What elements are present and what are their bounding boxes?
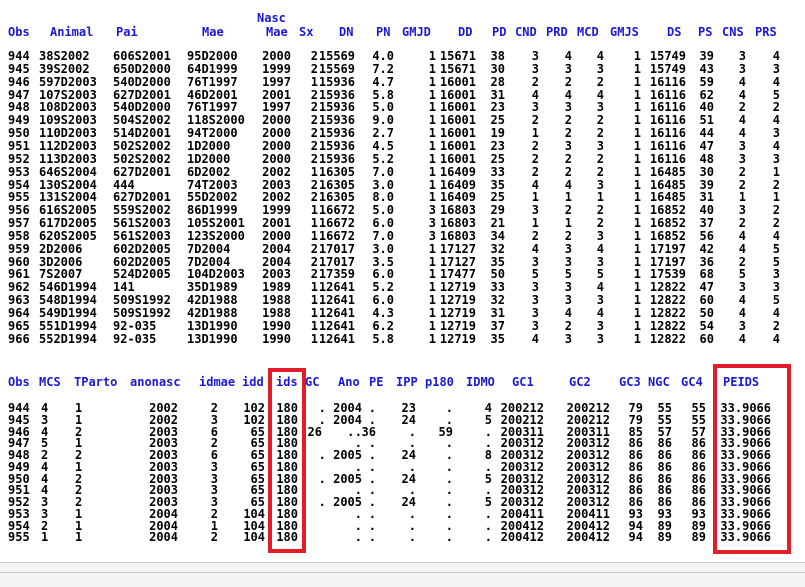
table-cell: 4 bbox=[738, 332, 746, 346]
table-cell: 5.8 bbox=[372, 332, 394, 346]
column-header-idmae: idmae bbox=[199, 375, 236, 389]
table-cell: 12641 bbox=[318, 332, 355, 346]
table-cell: 3 bbox=[564, 332, 572, 346]
column-header-tparto: TParto bbox=[74, 375, 118, 389]
column-header-cnd: CND bbox=[515, 25, 537, 39]
status-bar bbox=[0, 562, 805, 587]
column-header-p180: p180 bbox=[425, 375, 454, 389]
table-cell: . bbox=[445, 530, 453, 544]
column-header-pai: Pai bbox=[116, 25, 138, 39]
table-cell: 94 bbox=[628, 530, 643, 544]
table-cell: 2 bbox=[210, 530, 218, 544]
table-cell: 60 bbox=[699, 332, 714, 346]
column-header-ngc: NGC bbox=[648, 375, 670, 389]
table-cell: 2004 bbox=[149, 530, 178, 544]
column-header-idmo: IDMO bbox=[466, 375, 495, 389]
column-header-ipp: IPP bbox=[396, 375, 418, 389]
table-cell: . bbox=[354, 530, 362, 544]
column-header-gc3: GC3 bbox=[619, 375, 641, 389]
column-header-sx: Sx bbox=[299, 25, 314, 39]
column-header-ds: DS bbox=[667, 25, 682, 39]
column-header-cns: CNS bbox=[722, 25, 744, 39]
highlight-peids-column bbox=[713, 364, 791, 554]
column-header-idd: idd bbox=[242, 375, 264, 389]
table-cell: 12719 bbox=[439, 332, 476, 346]
column-header-pd: PD bbox=[492, 25, 507, 39]
column-header-gc: GC bbox=[305, 375, 320, 389]
column-header-dn: DN bbox=[339, 25, 354, 39]
table-cell: 92-035 bbox=[113, 332, 157, 346]
table-cell: 200412 bbox=[566, 530, 610, 544]
table-cell: 552D1994 bbox=[39, 332, 97, 346]
column-header-dd: DD bbox=[458, 25, 473, 39]
highlight-ids-column bbox=[268, 368, 306, 553]
column-header-mcd: MCD bbox=[577, 25, 599, 39]
column-header-animal: Animal bbox=[50, 25, 94, 39]
column-header-gmjs: GMJS bbox=[610, 25, 639, 39]
table-cell: . bbox=[368, 530, 376, 544]
column-header-ano: Ano bbox=[338, 375, 360, 389]
table-cell: 35 bbox=[490, 332, 505, 346]
table-cell: 955 bbox=[8, 530, 30, 544]
table-cell: 966 bbox=[8, 332, 30, 346]
table-cell: 1 bbox=[310, 332, 318, 346]
column-header-gmjd: GMJD bbox=[402, 25, 431, 39]
table-cell: . bbox=[484, 530, 492, 544]
table-cell: 1 bbox=[41, 530, 49, 544]
column-header-gc1: GC1 bbox=[512, 375, 534, 389]
column-header-pn: PN bbox=[376, 25, 391, 39]
sas-output-window: Nasc Obs Animal Pai Mae Mae Sx DN PN GMJD DD PD CND P… bbox=[0, 0, 805, 562]
column-header-obs: Obs bbox=[8, 25, 30, 39]
column-header-gc2: GC2 bbox=[569, 375, 591, 389]
column-header-nascmae: Mae bbox=[266, 25, 288, 39]
column-header-mae: Mae bbox=[202, 25, 224, 39]
table-cell: . bbox=[408, 530, 416, 544]
table-cell: 1990 bbox=[262, 332, 291, 346]
table-cell: 1 bbox=[75, 530, 83, 544]
column-header-ps: PS bbox=[698, 25, 713, 39]
column-header-pe: PE bbox=[369, 375, 384, 389]
table-cell: 89 bbox=[691, 530, 706, 544]
table-cell: 200412 bbox=[500, 530, 544, 544]
column-header-mcs: MCS bbox=[39, 375, 61, 389]
column-header-gc4: GC4 bbox=[681, 375, 703, 389]
horizontal-divider bbox=[0, 572, 805, 573]
table-cell: 89 bbox=[657, 530, 672, 544]
table-cell: 3 bbox=[596, 332, 604, 346]
column-header-anonasc: anonasc bbox=[130, 375, 181, 389]
table-cell: 13D1990 bbox=[187, 332, 238, 346]
table-cell: 104 bbox=[243, 530, 265, 544]
table-cell: 12822 bbox=[649, 332, 686, 346]
column-header-prs: PRS bbox=[755, 25, 777, 39]
table-cell: 1 bbox=[428, 332, 436, 346]
column-header-obs: Obs bbox=[8, 375, 30, 389]
table-cell: 4 bbox=[531, 332, 539, 346]
column-header-nasc-line1: Nasc bbox=[257, 11, 286, 25]
column-header-prd: PRD bbox=[546, 25, 568, 39]
table-cell: 26 bbox=[307, 425, 322, 439]
table-cell: 1 bbox=[633, 332, 641, 346]
table-cell: 4 bbox=[772, 332, 780, 346]
